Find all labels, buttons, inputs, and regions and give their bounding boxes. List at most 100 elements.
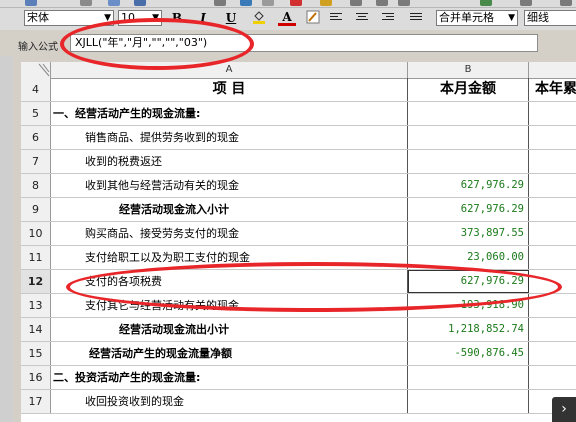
cell-amount[interactable] xyxy=(408,126,529,149)
table-row: 5 一、经营活动产生的现金流量: xyxy=(21,102,576,126)
cell-amount[interactable]: 627,976.29 xyxy=(408,174,529,197)
format-painter-icon[interactable] xyxy=(240,0,252,6)
row-number[interactable]: 17 xyxy=(21,390,51,413)
cell-item[interactable]: 销售商品、提供劳务收到的现金 xyxy=(51,126,408,149)
column-header-c[interactable] xyxy=(529,62,576,78)
cell-amount[interactable] xyxy=(408,390,529,413)
fill-icon[interactable] xyxy=(320,0,332,6)
border-style-value: 细线 xyxy=(527,11,549,24)
cell-ytd[interactable] xyxy=(529,366,576,389)
cell-item[interactable]: 二、投资活动产生的现金流量: xyxy=(51,366,408,389)
row-number[interactable]: 6 xyxy=(21,126,51,149)
row-number[interactable]: 7 xyxy=(21,150,51,173)
cell-ytd[interactable] xyxy=(529,174,576,197)
border-style-select[interactable]: 细线 xyxy=(524,10,576,26)
cell-ytd[interactable] xyxy=(529,222,576,245)
cell-item[interactable]: 一、经营活动产生的现金流量: xyxy=(51,102,408,125)
table-row: 14 经营活动现金流出小计 1,218,852.74 xyxy=(21,318,576,342)
copy-icon[interactable] xyxy=(108,0,120,6)
cell-item[interactable]: 经营活动现金流出小计 xyxy=(51,318,408,341)
align-left-icon[interactable] xyxy=(330,13,342,23)
cell-amount[interactable]: 373,897.55 xyxy=(408,222,529,245)
cell-ytd[interactable]: 本年累 xyxy=(529,78,576,101)
merge-cells-select[interactable]: 合并单元格 ▼ xyxy=(436,10,518,26)
cell-ytd[interactable] xyxy=(529,126,576,149)
table-row: 8 收到其他与经营活动有关的现金 627,976.29 xyxy=(21,174,576,198)
standard-toolbar xyxy=(0,0,576,8)
table-row: 6 销售商品、提供劳务收到的现金 xyxy=(21,126,576,150)
left-pane xyxy=(0,56,13,422)
cell-amount[interactable] xyxy=(408,366,529,389)
row-number[interactable]: 13 xyxy=(21,294,51,317)
pencil-icon xyxy=(306,10,320,24)
row-number[interactable]: 8 xyxy=(21,174,51,197)
undo-icon[interactable] xyxy=(134,0,146,6)
row-number[interactable]: 14 xyxy=(21,318,51,341)
justify-icon[interactable] xyxy=(410,13,422,23)
row-number[interactable]: 10 xyxy=(21,222,51,245)
table-row: 10 购买商品、接受劳务支付的现金 373,897.55 xyxy=(21,222,576,246)
table-row: 16 二、投资活动产生的现金流量: xyxy=(21,366,576,390)
table-row: 9 经营活动现金流入小计 627,976.29 xyxy=(21,198,576,222)
corner-icon xyxy=(38,63,50,77)
cell-item[interactable]: 收回投资收到的现金 xyxy=(51,390,408,413)
delete-icon[interactable] xyxy=(290,0,302,6)
sort-asc-icon[interactable] xyxy=(376,0,388,6)
align-center-icon[interactable] xyxy=(356,13,368,23)
scroll-right-button[interactable]: › xyxy=(552,397,576,422)
cell-item[interactable]: 收到的税费返还 xyxy=(51,150,408,173)
sum-icon[interactable] xyxy=(350,0,362,6)
save-icon[interactable] xyxy=(25,0,37,6)
cell-ytd[interactable] xyxy=(529,150,576,173)
row-number[interactable]: 12 xyxy=(21,270,51,293)
sort-desc-icon[interactable] xyxy=(398,0,410,6)
cell-amount[interactable]: 627,976.29 xyxy=(408,198,529,221)
fill-color-button[interactable] xyxy=(250,10,268,27)
table-row: 4项 目本月金额 本年累 xyxy=(21,78,576,102)
cell-amount[interactable]: 1,218,852.74 xyxy=(408,318,529,341)
chevron-right-icon: › xyxy=(561,401,567,417)
row-number[interactable]: 16 xyxy=(21,366,51,389)
row-number[interactable]: 5 xyxy=(21,102,51,125)
insert-icon[interactable] xyxy=(262,0,274,6)
table-row: 15 经营活动产生的现金流量净额 -590,876.45 xyxy=(21,342,576,366)
cell-amount[interactable] xyxy=(408,102,529,125)
paste-icon[interactable] xyxy=(214,0,226,6)
font-name-value: 宋体 xyxy=(27,11,49,24)
annotation-ellipse-formula xyxy=(60,18,254,70)
cell-ytd[interactable] xyxy=(529,246,576,269)
cell-ytd[interactable] xyxy=(529,198,576,221)
cell-amount[interactable] xyxy=(408,150,529,173)
formula-label: 输入公式 xyxy=(18,42,58,53)
table-row: 7 收到的税费返还 xyxy=(21,150,576,174)
calc-icon[interactable] xyxy=(520,0,532,6)
cell-amount[interactable]: -590,876.45 xyxy=(408,342,529,365)
highlight-button[interactable] xyxy=(304,10,322,27)
row-number[interactable]: 15 xyxy=(21,342,51,365)
select-all-corner[interactable] xyxy=(21,62,51,78)
align-right-icon[interactable] xyxy=(382,13,394,23)
cell-ytd[interactable] xyxy=(529,342,576,365)
cell-item[interactable]: 经营活动现金流入小计 xyxy=(51,198,408,221)
table-row: 17 收回投资收到的现金 xyxy=(21,390,576,414)
annotation-ellipse-row12 xyxy=(66,262,562,312)
cell-amount[interactable]: 本月金额 xyxy=(408,78,529,101)
cell-item[interactable]: 收到其他与经营活动有关的现金 xyxy=(51,174,408,197)
merge-cells-value: 合并单元格 xyxy=(439,11,494,24)
cell-item[interactable]: 经营活动产生的现金流量净额 xyxy=(51,342,408,365)
column-header-b[interactable]: B xyxy=(408,62,529,78)
cell-ytd[interactable] xyxy=(529,102,576,125)
row-number[interactable]: 9 xyxy=(21,198,51,221)
chevron-down-icon: ▼ xyxy=(508,13,515,23)
paint-bucket-icon xyxy=(253,11,265,24)
font-color-button[interactable]: A xyxy=(278,10,296,26)
cell-item[interactable]: 购买商品、接受劳务支付的现金 xyxy=(51,222,408,245)
print-preview-icon[interactable] xyxy=(80,0,92,6)
cell-ytd[interactable] xyxy=(529,318,576,341)
cell-item[interactable]: 项 目 xyxy=(51,78,408,101)
chart-icon[interactable] xyxy=(480,0,492,6)
row-number[interactable]: 4 xyxy=(21,78,51,101)
misc-icon[interactable] xyxy=(560,0,572,6)
row-number[interactable]: 11 xyxy=(21,246,51,269)
spreadsheet-grid: A B 4项 目本月金额 本年累 5 一、经营活动产生的现金流量: 6 销售商品、提供劳务… xyxy=(21,62,576,422)
